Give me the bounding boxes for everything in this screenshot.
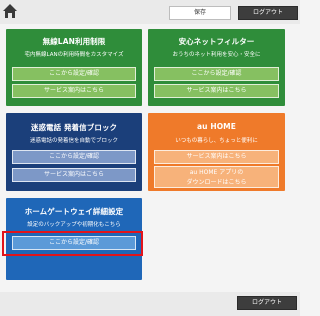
card-title: 迷惑電話 発着信ブロック: [30, 123, 118, 132]
footer-logout-button[interactable]: ログアウト: [237, 296, 297, 310]
safe-net-service-info-button[interactable]: サービス案内はこちら: [154, 84, 279, 98]
logout-button[interactable]: ログアウト: [238, 6, 298, 20]
card-subtitle: いつもの暮らし、ちょっと便利に: [175, 138, 258, 144]
au-home-app-download-button[interactable]: au HOME アプリの ダウンロードはこちら: [154, 166, 279, 188]
home-icon[interactable]: [2, 3, 18, 19]
wlan-settings-button[interactable]: ここから設定/確認: [12, 67, 136, 81]
card-wlan-restriction: 無線LAN利用制限 宅内無線LANの利用時間をカスタマイズ ここから設定/確認 …: [6, 29, 142, 106]
card-title: 無線LAN利用制限: [42, 37, 106, 46]
highlight-box: [2, 231, 143, 256]
button-label-line1: au HOME アプリの: [189, 169, 244, 176]
card-safe-net-filter: 安心ネットフィルター おうちのネット利用を安心・安全に ここから設定/確認 サー…: [148, 29, 285, 106]
safe-net-settings-button[interactable]: ここから設定/確認: [154, 67, 279, 81]
card-nuisance-call-block: 迷惑電話 発着信ブロック 迷惑電話の発着信を自動でブロック ここから設定/確認 …: [6, 113, 142, 191]
au-home-service-info-button[interactable]: サービス案内はこちら: [154, 150, 279, 164]
card-subtitle: おうちのネット利用を安心・安全に: [172, 52, 261, 58]
card-title: 安心ネットフィルター: [178, 37, 255, 46]
nuisance-service-info-button[interactable]: サービス案内はこちら: [12, 168, 136, 182]
card-subtitle: 迷惑電話の発着信を自動でブロック: [29, 138, 118, 144]
card-subtitle: 設定のバックアップや初期化もこちら: [27, 222, 121, 228]
save-button[interactable]: 保存: [169, 6, 231, 20]
card-title: au HOME: [197, 122, 236, 131]
card-au-home: au HOME いつもの暮らし、ちょっと便利に サービス案内はこちら au HO…: [148, 113, 285, 191]
wlan-service-info-button[interactable]: サービス案内はこちら: [12, 84, 136, 98]
button-label-line2: ダウンロードはこちら: [186, 179, 247, 186]
card-title: ホームゲートウェイ詳細設定: [24, 207, 124, 216]
card-subtitle: 宅内無線LANの利用時間をカスタマイズ: [24, 52, 124, 58]
nuisance-settings-button[interactable]: ここから設定/確認: [12, 150, 136, 164]
